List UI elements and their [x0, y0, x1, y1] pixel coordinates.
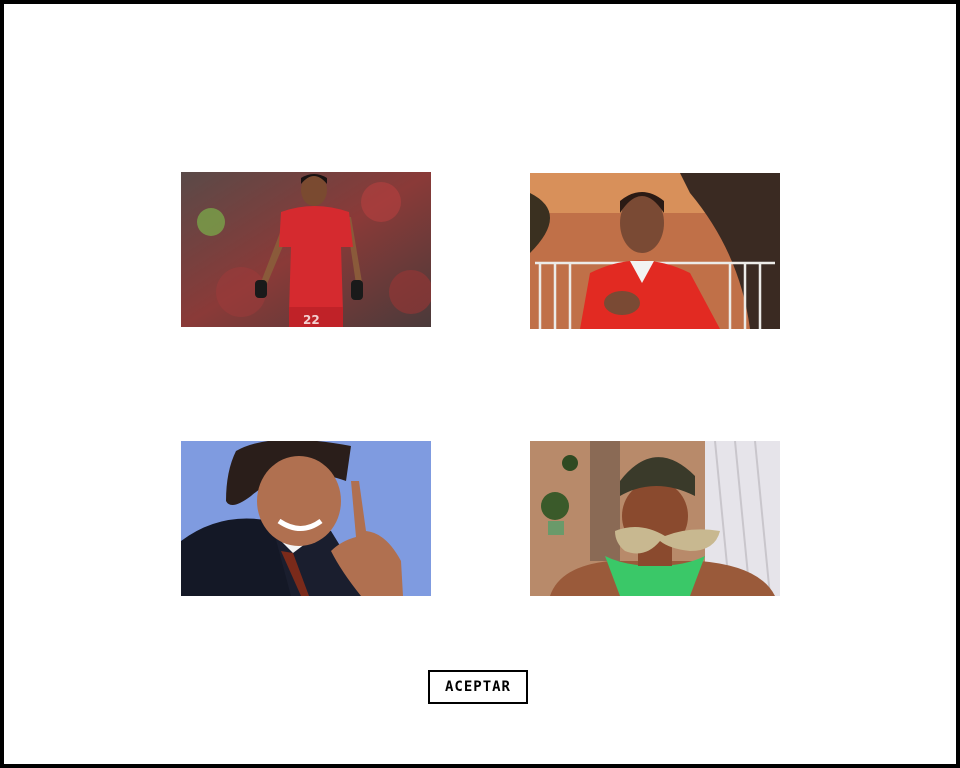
svg-text:22: 22	[303, 313, 320, 327]
smiling-man-suit-photo	[181, 441, 431, 596]
photo-option-3[interactable]	[181, 441, 431, 596]
photo-option-4[interactable]	[530, 441, 780, 596]
footballer-photo: 22	[181, 172, 431, 327]
photo-option-2[interactable]	[530, 173, 780, 329]
photo-option-1[interactable]: 22	[181, 172, 431, 327]
young-man-sunglasses-photo	[530, 441, 780, 596]
selection-frame: 22 ACEPTAR	[0, 0, 960, 768]
man-red-polo-photo	[530, 173, 780, 329]
accept-button[interactable]: ACEPTAR	[428, 670, 528, 704]
